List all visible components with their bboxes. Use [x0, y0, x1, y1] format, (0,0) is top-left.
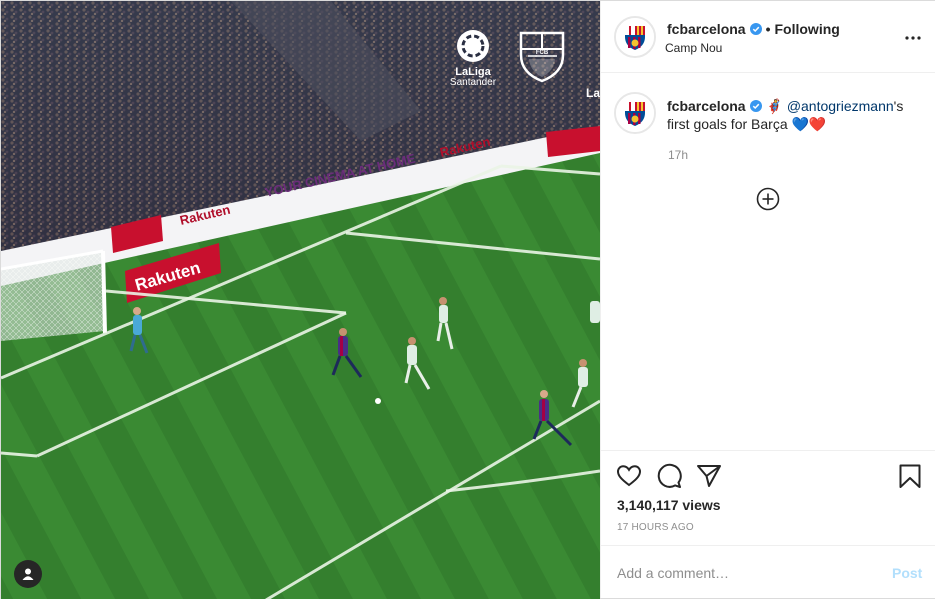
- fcb-crest-icon: [616, 18, 654, 56]
- post-dialog: Rakuten YOUR CINEMA AT HOME Rakuten Raku…: [0, 0, 935, 599]
- caption-text-part-1: 🦸: [761, 98, 787, 114]
- caption-avatar[interactable]: [614, 92, 656, 134]
- corner-overlay-text: La: [586, 86, 600, 100]
- user-icon: [22, 568, 34, 580]
- location-link[interactable]: Camp Nou: [665, 41, 722, 55]
- caption-timestamp[interactable]: 17h: [668, 148, 688, 162]
- action-bar: 3,140,117 views 17 HOURS AGO: [601, 450, 935, 545]
- header-username[interactable]: fcbarcelona: [667, 21, 746, 37]
- header-user-line: fcbarcelona • Following: [667, 21, 840, 37]
- caption-text: fcbarcelona 🦸 @antogriezmann's first goa…: [667, 97, 922, 133]
- comment-icon[interactable]: [656, 463, 682, 489]
- header-separator: •: [765, 21, 771, 37]
- fcb-crest-icon: [616, 94, 654, 132]
- post-video[interactable]: Rakuten YOUR CINEMA AT HOME Rakuten Raku…: [1, 1, 600, 599]
- post-timestamp[interactable]: 17 HOURS AGO: [617, 522, 694, 533]
- paper-plane-icon[interactable]: [696, 463, 722, 489]
- post-side-panel: fcbarcelona • Following Camp Nou fcbarce…: [600, 1, 935, 598]
- comment-bar: Post: [601, 545, 935, 598]
- view-count[interactable]: 3,140,117 views: [617, 497, 721, 513]
- post-header: fcbarcelona • Following Camp Nou: [601, 1, 935, 73]
- post-comment-button[interactable]: Post: [892, 565, 922, 581]
- caption-area: fcbarcelona 🦸 @antogriezmann's first goa…: [601, 73, 935, 449]
- author-avatar[interactable]: [614, 16, 656, 58]
- more-options-icon[interactable]: [903, 28, 923, 48]
- fcb-crest-text: FCB: [536, 50, 549, 56]
- caption-hearts: 💙❤️: [791, 116, 827, 132]
- plus-circle-icon[interactable]: [756, 187, 780, 211]
- verified-badge-icon: [749, 23, 762, 35]
- bookmark-icon[interactable]: [897, 463, 923, 489]
- user-tags-button[interactable]: [14, 560, 42, 588]
- video-frame[interactable]: Rakuten YOUR CINEMA AT HOME Rakuten Raku…: [1, 1, 600, 599]
- comment-input[interactable]: [617, 563, 877, 583]
- caption-username[interactable]: fcbarcelona: [667, 98, 746, 114]
- santander-text: Santander: [450, 77, 497, 88]
- verified-badge-icon: [749, 100, 762, 112]
- following-button[interactable]: Following: [775, 21, 840, 37]
- heart-icon[interactable]: [616, 463, 642, 489]
- mention-link[interactable]: @antogriezmann: [787, 98, 894, 114]
